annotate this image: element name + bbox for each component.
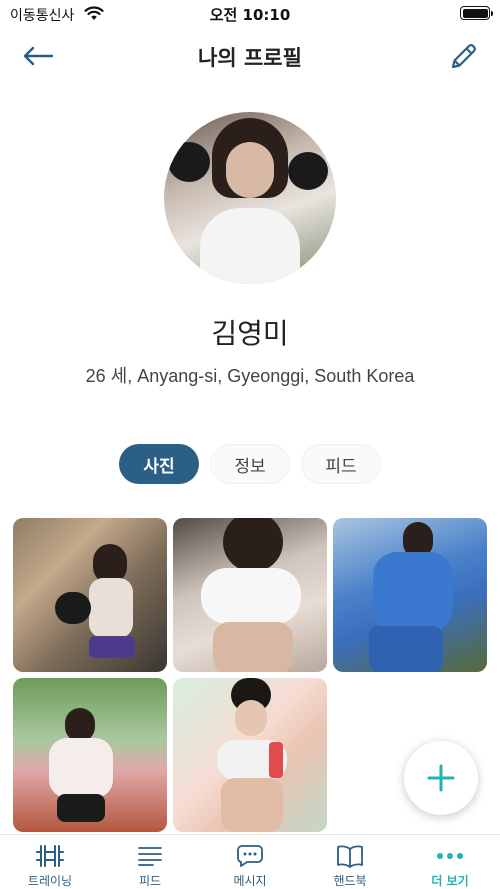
photo-thumbnail[interactable] — [173, 678, 327, 832]
status-bar: 이동통신사 오전 10:10 — [0, 0, 500, 28]
header: 나의 프로필 — [0, 34, 500, 78]
add-photo-button[interactable] — [404, 741, 478, 815]
bottom-navigation: 트레이닝 피드 메시지 핸드북 더 보기 — [0, 834, 500, 889]
tab-feed[interactable]: 피드 — [301, 444, 381, 484]
profile-info: 26 세, Anyang-si, Gyeonggi, South Korea — [85, 366, 415, 386]
avatar-detail — [288, 152, 328, 190]
photo-thumbnail[interactable] — [173, 518, 327, 672]
arrow-left-icon — [23, 46, 54, 66]
nav-item-feed[interactable]: 피드 — [100, 835, 200, 889]
profile-name: 김영미 — [211, 317, 289, 350]
nav-label: 트레이닝 — [27, 874, 73, 888]
nav-label: 피드 — [138, 874, 162, 888]
avatar-detail — [168, 142, 210, 182]
nav-label: 핸드북 — [333, 874, 367, 888]
more-dots-icon — [437, 853, 463, 859]
photo-thumbnail[interactable] — [333, 518, 487, 672]
avatar-detail — [200, 208, 300, 284]
nav-item-more[interactable]: 더 보기 — [400, 835, 500, 889]
barbell-icon — [36, 845, 64, 867]
tab-info[interactable]: 정보 — [210, 444, 290, 484]
book-icon — [337, 845, 363, 868]
profile-avatar[interactable] — [164, 112, 336, 284]
plus-icon — [427, 764, 455, 792]
battery-icon — [460, 6, 493, 20]
page-title: 나의 프로필 — [198, 46, 302, 70]
nav-item-handbook[interactable]: 핸드북 — [300, 835, 400, 889]
back-button[interactable] — [18, 40, 58, 72]
chat-bubble-icon — [237, 845, 263, 867]
feed-lines-icon — [138, 847, 162, 866]
nav-item-messages[interactable]: 메시지 — [200, 835, 300, 889]
nav-label: 메시지 — [233, 874, 267, 888]
avatar-detail — [226, 142, 274, 198]
edit-profile-button[interactable] — [446, 38, 482, 74]
profile-tabs: 사진 정보 피드 — [0, 444, 500, 484]
photo-thumbnail[interactable] — [13, 678, 167, 832]
clock: 오전 10:10 — [209, 6, 291, 24]
tab-photos[interactable]: 사진 — [119, 444, 199, 484]
photo-thumbnail[interactable] — [13, 518, 167, 672]
nav-label: 더 보기 — [431, 874, 469, 888]
nav-item-training[interactable]: 트레이닝 — [0, 835, 100, 889]
pencil-icon — [451, 44, 476, 69]
